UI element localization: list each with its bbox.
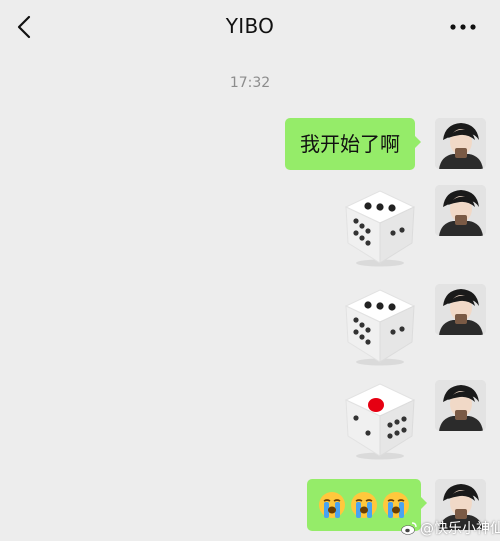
dice-pip bbox=[368, 398, 384, 412]
more-button[interactable] bbox=[448, 15, 478, 39]
weibo-watermark: @快乐小神仙_ bbox=[401, 518, 500, 538]
avatar-photo bbox=[435, 185, 486, 236]
dice-pip bbox=[388, 303, 396, 311]
avatar-photo bbox=[435, 118, 486, 169]
dice-message[interactable] bbox=[338, 284, 422, 368]
dice-pip bbox=[364, 301, 372, 309]
crying-emoji-icon bbox=[383, 492, 409, 518]
chat-title: YIBO bbox=[225, 14, 275, 38]
text-message-bubble[interactable]: 我开始了啊 bbox=[285, 118, 421, 170]
avatar[interactable] bbox=[435, 185, 486, 236]
weibo-logo-icon bbox=[401, 522, 417, 535]
crying-emoji-icon bbox=[319, 492, 345, 518]
dice-pip bbox=[364, 202, 372, 210]
message-timestamp: 17:32 bbox=[229, 75, 271, 91]
bubble-tail bbox=[420, 496, 427, 510]
dice-pip bbox=[388, 204, 396, 212]
dice-pip bbox=[376, 302, 384, 310]
avatar[interactable] bbox=[435, 118, 486, 169]
dice-message[interactable] bbox=[338, 378, 422, 462]
watermark-text: @快乐小神仙_ bbox=[420, 521, 500, 537]
avatar[interactable] bbox=[435, 284, 486, 335]
crying-emoji-icon bbox=[351, 492, 377, 518]
ellipsis-icon bbox=[450, 24, 476, 30]
avatar[interactable] bbox=[435, 380, 486, 431]
message-text: 我开始了啊 bbox=[300, 132, 400, 156]
avatar-photo bbox=[435, 284, 486, 335]
bubble-tail bbox=[414, 135, 421, 149]
dice-pip bbox=[376, 203, 384, 211]
dice-message[interactable] bbox=[338, 185, 422, 269]
avatar-photo bbox=[435, 380, 486, 431]
chat-header: YIBO bbox=[0, 0, 500, 56]
